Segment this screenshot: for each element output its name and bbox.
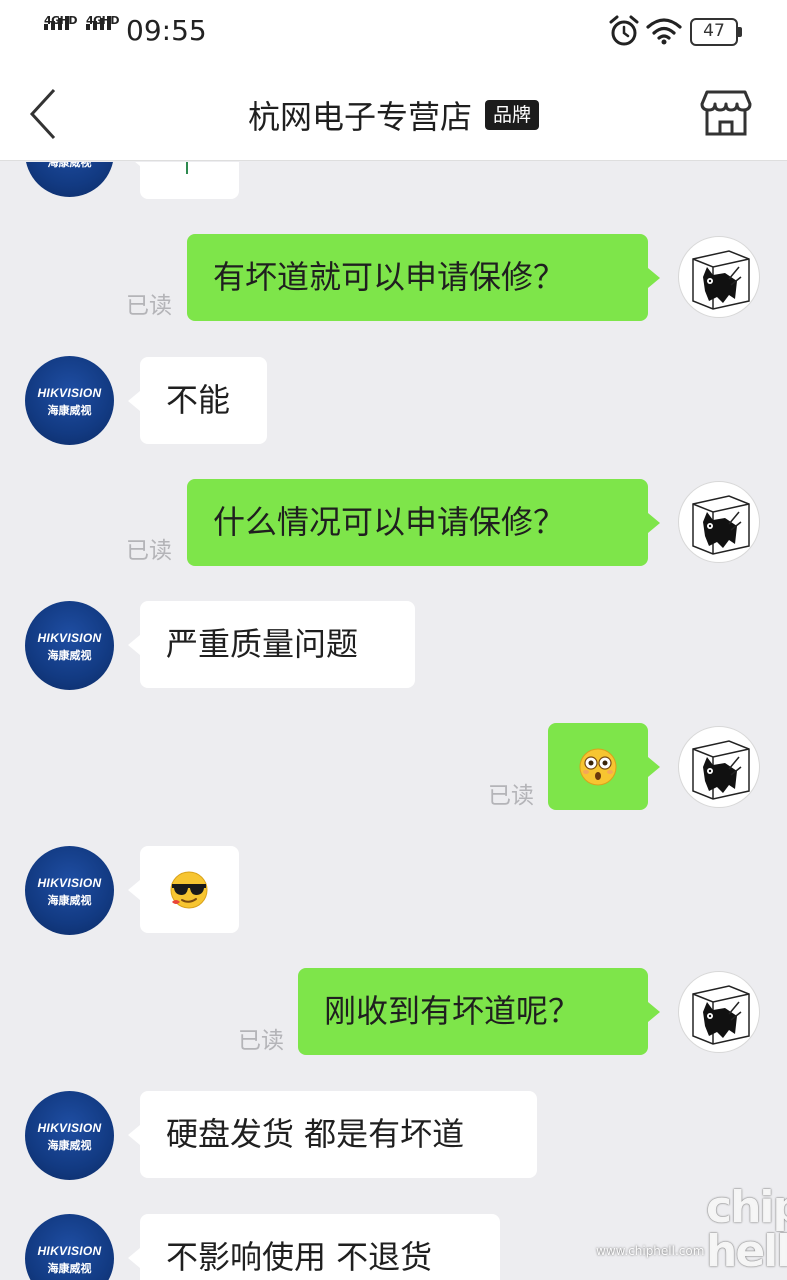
chat-title-group: 杭网电子专营店 品牌: [0, 92, 787, 138]
avatar-brand: HIKVISION: [37, 631, 102, 645]
shop-avatar[interactable]: HIKVISION 海康威视: [25, 356, 114, 445]
user-avatar[interactable]: [678, 481, 760, 563]
shop-avatar[interactable]: HIKVISION 海康威视: [25, 162, 114, 197]
signal-icon: 4GHD: [44, 14, 78, 44]
user-avatar[interactable]: [678, 726, 760, 808]
sunglasses-face-emoji: [170, 871, 208, 909]
status-bar: 4GHD 4GHD 09:55 47: [0, 0, 787, 66]
message-text: 有坏道就可以申请保修？: [213, 258, 566, 296]
avatar-brand-cn: 海康威视: [47, 1139, 92, 1152]
user-avatar[interactable]: [678, 971, 760, 1053]
avatar-brand-cn: 海康威视: [47, 404, 92, 417]
battery-icon: 47: [690, 18, 742, 46]
shop-avatar[interactable]: HIKVISION 海康威视: [25, 846, 114, 935]
store-icon[interactable]: [700, 88, 752, 138]
flushed-face-emoji: [579, 748, 617, 786]
watermark-url: www.chiphell.com: [596, 1244, 705, 1258]
shop-avatar[interactable]: HIKVISION 海康威视: [25, 1214, 114, 1280]
message-bubble-sent[interactable]: 有坏道就可以申请保修？: [187, 234, 660, 321]
battery-level: 47: [690, 18, 738, 46]
avatar-brand: HIKVISION: [37, 1121, 102, 1135]
read-receipt: 已读: [126, 293, 172, 319]
read-receipt: 已读: [238, 1028, 284, 1054]
cat-in-box-icon: [692, 740, 750, 800]
signal-icon: 4GHD: [86, 14, 120, 44]
message-text: 硬盘发货 都是有坏道: [166, 1115, 465, 1153]
message-text: 刚收到有坏道呢？: [324, 992, 581, 1030]
user-avatar[interactable]: [678, 236, 760, 318]
message-bubble-received[interactable]: [128, 162, 239, 199]
avatar-brand: HIKVISION: [37, 1244, 102, 1258]
avatar-brand: HIKVISION: [37, 386, 102, 400]
chat-header: 杭网电子专营店 品牌: [0, 66, 787, 161]
watermark-logo: chip hell: [706, 1182, 787, 1277]
status-time: 09:55: [126, 14, 207, 47]
message-bubble-sent[interactable]: [548, 723, 660, 810]
wifi-icon: [646, 18, 682, 45]
message-bubble-sent[interactable]: 刚收到有坏道呢？: [298, 968, 660, 1055]
message-bubble-received[interactable]: 不能: [128, 357, 267, 444]
image-fragment-icon: [186, 162, 188, 174]
chat-title: 杭网电子专营店: [247, 98, 472, 136]
cat-in-box-icon: [692, 495, 750, 555]
avatar-brand-cn: 海康威视: [47, 1262, 92, 1275]
message-text: 什么情况可以申请保修？: [213, 503, 566, 541]
avatar-brand: HIKVISION: [37, 876, 102, 890]
message-text: 严重质量问题: [166, 625, 359, 663]
message-bubble-sent[interactable]: 什么情况可以申请保修？: [187, 479, 660, 566]
avatar-brand-cn: 海康威视: [47, 162, 92, 169]
shop-avatar[interactable]: HIKVISION 海康威视: [25, 601, 114, 690]
chat-message-list[interactable]: HIKVISION 海康威视 已读 有坏道就可以申请保修？ HIKVISION …: [0, 162, 787, 1280]
cat-in-box-icon: [692, 985, 750, 1045]
message-text: 不能: [166, 381, 231, 419]
alarm-icon: [609, 15, 639, 46]
message-bubble-received[interactable]: 严重质量问题: [128, 601, 415, 688]
cat-in-box-icon: [692, 250, 750, 310]
message-bubble-received[interactable]: 硬盘发货 都是有坏道: [128, 1091, 537, 1178]
read-receipt: 已读: [126, 538, 172, 564]
read-receipt: 已读: [488, 783, 534, 809]
brand-badge: 品牌: [485, 100, 540, 130]
avatar-brand-cn: 海康威视: [47, 649, 92, 662]
watermark: chip hell www.chiphell.com: [596, 1186, 787, 1276]
message-bubble-received[interactable]: [128, 846, 239, 933]
message-text: 不影响使用 不退货: [166, 1238, 433, 1276]
avatar-brand-cn: 海康威视: [47, 894, 92, 907]
message-bubble-received[interactable]: 不影响使用 不退货: [128, 1214, 500, 1280]
shop-avatar[interactable]: HIKVISION 海康威视: [25, 1091, 114, 1180]
